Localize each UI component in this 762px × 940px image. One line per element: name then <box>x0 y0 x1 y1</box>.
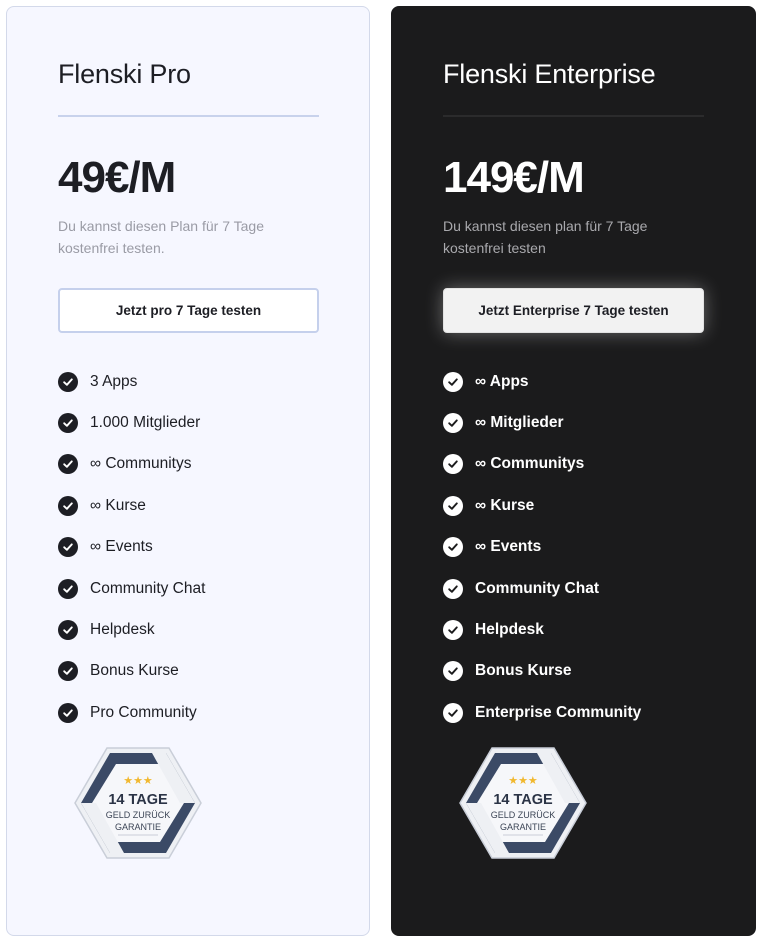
plan-description: Du kannst diesen Plan für 7 Tage kostenf… <box>58 218 264 256</box>
badge-line2: GARANTIE <box>115 822 161 832</box>
pricing-card-enterprise: Flenski Enterprise 149€/M Du kannst dies… <box>391 6 756 936</box>
feature-label: Enterprise Community <box>475 703 642 721</box>
feature-label: Helpdesk <box>90 621 155 639</box>
feature-label: ∞ Communitys <box>90 455 192 473</box>
plan-title: Flenski Enterprise <box>443 59 656 89</box>
check-circle-icon <box>58 578 78 599</box>
feature-label: Community Chat <box>475 579 599 597</box>
plan-price: 49€/M <box>58 153 176 202</box>
check-circle-icon <box>58 371 78 392</box>
feature-label: ∞ Apps <box>475 372 529 390</box>
badge-line2: GARANTIE <box>500 822 546 832</box>
feature-item: Enterprise Community <box>443 692 641 733</box>
feature-label: ∞ Mitglieder <box>475 414 564 432</box>
feature-item: ∞ Communitys <box>443 444 641 485</box>
check-circle-icon <box>443 578 463 599</box>
feature-item: Helpdesk <box>443 609 641 650</box>
check-circle-icon <box>58 454 78 475</box>
feature-label: ∞ Communitys <box>475 455 585 473</box>
feature-list: 3 Apps 1.000 Mitglieder ∞ Communitys ∞ Kurs… <box>58 361 205 734</box>
check-circle-icon <box>443 495 463 516</box>
feature-label: 3 Apps <box>90 372 138 390</box>
feature-item: Bonus Kurse <box>58 651 205 692</box>
feature-item: Bonus Kurse <box>443 651 641 692</box>
divider <box>58 115 319 117</box>
badge-days: 14 TAGE <box>108 792 168 808</box>
feature-label: Bonus Kurse <box>475 662 572 680</box>
plan-title: Flenski Pro <box>58 59 191 89</box>
check-circle-icon <box>443 454 463 475</box>
guarantee-seal-icon: ★★★ 14 TAGE GELD ZURÜCK GARANTIE <box>459 747 587 859</box>
badge-line1: GELD ZURÜCK <box>491 810 556 820</box>
feature-item: Community Chat <box>58 568 205 609</box>
feature-label: ∞ Kurse <box>90 496 146 514</box>
badge-line1: GELD ZURÜCK <box>106 810 171 820</box>
check-circle-icon <box>443 371 463 392</box>
feature-label: Helpdesk <box>475 621 544 639</box>
check-circle-icon <box>443 413 463 434</box>
check-circle-icon <box>443 661 463 682</box>
check-circle-icon <box>58 537 78 558</box>
check-circle-icon <box>443 620 463 641</box>
feature-label: ∞ Events <box>90 538 153 556</box>
feature-item: Pro Community <box>58 692 205 733</box>
check-circle-icon <box>58 495 78 516</box>
feature-item: ∞ Events <box>58 527 205 568</box>
feature-item: 1.000 Mitglieder <box>58 402 205 443</box>
feature-label: Pro Community <box>90 703 197 721</box>
plan-description: Du kannst diesen plan für 7 Tage kostenf… <box>443 218 648 256</box>
feature-list: ∞ Apps ∞ Mitglieder ∞ Communitys ∞ Kurse ∞ E… <box>443 361 641 734</box>
badge-days: 14 TAGE <box>493 792 553 808</box>
feature-item: Community Chat <box>443 568 641 609</box>
feature-item: Helpdesk <box>58 609 205 650</box>
start-enterprise-trial-button[interactable]: Jetzt Enterprise 7 Tage testen <box>443 288 704 333</box>
guarantee-badge: ★★★ 14 TAGE GELD ZURÜCK GARANTIE <box>72 744 204 862</box>
check-circle-icon <box>58 413 78 434</box>
guarantee-badge: ★★★ 14 TAGE GELD ZURÜCK GARANTIE <box>457 744 589 862</box>
feature-label: ∞ Events <box>475 538 542 556</box>
divider <box>443 115 704 117</box>
badge-stars: ★★★ <box>123 774 153 787</box>
pricing-card-pro: Flenski Pro 49€/M Du kannst diesen Plan … <box>6 6 370 936</box>
check-circle-icon <box>58 620 78 641</box>
check-circle-icon <box>443 537 463 558</box>
feature-item: ∞ Communitys <box>58 444 205 485</box>
feature-label: Community Chat <box>90 579 206 597</box>
feature-item: ∞ Apps <box>443 361 641 402</box>
feature-item: ∞ Kurse <box>443 485 641 526</box>
feature-item: ∞ Events <box>443 527 641 568</box>
feature-label: 1.000 Mitglieder <box>90 414 201 432</box>
start-pro-trial-button[interactable]: Jetzt pro 7 Tage testen <box>58 288 319 333</box>
plan-price: 149€/M <box>443 153 585 202</box>
feature-item: ∞ Kurse <box>58 485 205 526</box>
check-circle-icon <box>58 661 78 682</box>
feature-item: 3 Apps <box>58 361 205 402</box>
feature-label: ∞ Kurse <box>475 496 535 514</box>
badge-stars: ★★★ <box>508 774 538 787</box>
guarantee-seal-icon: ★★★ 14 TAGE GELD ZURÜCK GARANTIE <box>74 747 202 859</box>
feature-item: ∞ Mitglieder <box>443 402 641 443</box>
check-circle-icon <box>443 702 463 723</box>
check-circle-icon <box>58 702 78 723</box>
feature-label: Bonus Kurse <box>90 662 179 680</box>
